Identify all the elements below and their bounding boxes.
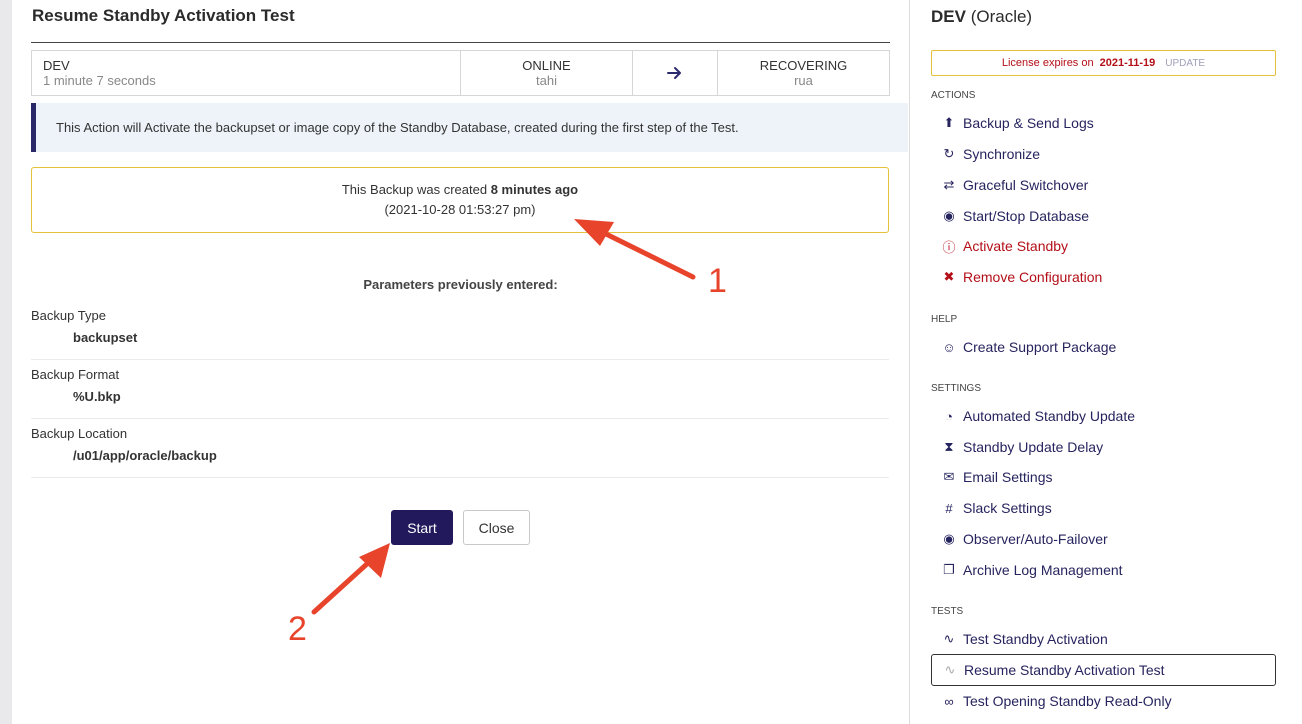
sidebar-item-label: Backup & Send Logs <box>963 115 1094 131</box>
sidebar-db-name: DEV <box>931 7 966 26</box>
glasses-icon: ∞ <box>944 693 954 709</box>
param-label: Backup Format <box>31 367 120 382</box>
sidebar-item-label: Observer/Auto-Failover <box>963 531 1108 547</box>
sidebar-item-label: Archive Log Management <box>963 562 1123 578</box>
sidebar-title: DEV (Oracle) <box>931 7 1032 27</box>
sidebar-item-observer-auto-failover[interactable]: ◉ Observer/Auto-Failover <box>931 524 1276 554</box>
sidebar: DEV (Oracle) License expires on 2021-11-… <box>910 0 1302 724</box>
arrow-right-icon <box>633 51 718 95</box>
sidebar-item-email-settings[interactable]: ✉ Email Settings <box>931 462 1276 492</box>
sidebar-item-label: Automated Standby Update <box>963 408 1136 424</box>
hourglass-icon: ⧗ <box>944 439 954 454</box>
source-host: tahi <box>536 73 557 88</box>
sidebar-item-label: Test Standby Activation <box>963 631 1108 647</box>
sidebar-item-resume-standby-activation-test[interactable]: ∿ Resume Standby Activation Test <box>931 654 1276 686</box>
start-button[interactable]: Start <box>391 510 453 545</box>
stop-circle-icon: ◉ <box>943 208 955 223</box>
annotation-number-1: 1 <box>708 262 727 300</box>
slack-icon: # <box>945 500 953 516</box>
info-alert: This Action will Activate the backupset … <box>31 103 908 152</box>
target-host: rua <box>794 73 813 88</box>
sidebar-item-label: Remove Configuration <box>963 269 1103 285</box>
sidebar-item-test-opening-standby-read-only[interactable]: ∞ Test Opening Standby Read-Only <box>931 686 1276 716</box>
replication-status-row: DEV 1 minute 7 seconds ONLINE tahi RECOV… <box>31 50 890 96</box>
annotation-number-2: 2 <box>288 610 307 648</box>
switch-arrows-icon: ⇄ <box>943 177 955 192</box>
param-value: backupset <box>73 330 138 345</box>
sidebar-item-archive-log-management[interactable]: ❐ Archive Log Management <box>931 555 1276 585</box>
sidebar-item-create-support-package[interactable]: ☺ Create Support Package <box>931 332 1276 362</box>
sidebar-db-type: (Oracle) <box>970 7 1033 26</box>
pulse-icon: ∿ <box>944 662 956 677</box>
title-divider <box>31 42 890 43</box>
param-backup-format: Backup Format %U.bkp <box>31 363 889 419</box>
source-state: ONLINE <box>522 58 571 73</box>
modal-title: Resume Standby Activation Test <box>32 6 295 25</box>
target-cell: RECOVERING rua <box>718 51 889 95</box>
sidebar-item-graceful-switchover[interactable]: ⇄ Graceful Switchover <box>931 170 1276 200</box>
sidebar-item-activate-standby[interactable]: ⓘ Activate Standby <box>931 231 1276 261</box>
source-cell: ONLINE tahi <box>461 51 633 95</box>
database-uptime: 1 minute 7 seconds <box>43 73 156 88</box>
sidebar-item-label: Synchronize <box>963 146 1041 162</box>
info-text: This Action will Activate the backupset … <box>56 120 739 135</box>
param-label: Backup Location <box>31 426 128 441</box>
backup-prefix: This Backup was created <box>341 182 491 197</box>
section-actions: ACTIONS <box>931 90 976 101</box>
alert-circle-icon: ⓘ <box>942 239 956 255</box>
param-backup-type: Backup Type backupset <box>31 304 889 360</box>
clock-icon: ◔ <box>945 408 953 424</box>
eye-icon: ◉ <box>943 531 955 546</box>
license-update-link[interactable]: UPDATE <box>1165 58 1205 69</box>
pulse-icon: ∿ <box>943 631 955 646</box>
param-value: %U.bkp <box>73 389 121 404</box>
param-backup-location: Backup Location /u01/app/oracle/backup <box>31 422 889 478</box>
sidebar-item-label: Create Support Package <box>963 339 1117 355</box>
resume-test-modal: Resume Standby Activation Test DEV 1 min… <box>12 0 910 724</box>
sidebar-item-label: Activate Standby <box>963 238 1069 254</box>
sidebar-item-remove-configuration[interactable]: ✖ Remove Configuration <box>931 262 1276 292</box>
backup-created-notice: This Backup was created 8 minutes ago (2… <box>31 167 889 233</box>
sync-icon: ↻ <box>943 146 955 161</box>
unlink-icon: ✖ <box>943 269 955 284</box>
database-name: DEV <box>43 58 70 73</box>
section-settings: SETTINGS <box>931 383 982 394</box>
upload-icon: ⬆ <box>943 115 955 130</box>
sidebar-item-synchronize[interactable]: ↻ Synchronize <box>931 139 1276 169</box>
param-label: Backup Type <box>31 308 106 323</box>
sidebar-item-label: Graceful Switchover <box>963 177 1089 193</box>
license-banner: License expires on 2021-11-19 UPDATE <box>931 50 1276 76</box>
section-help: HELP <box>931 314 958 325</box>
sidebar-item-slack-settings[interactable]: # Slack Settings <box>931 493 1276 523</box>
sidebar-item-backup-send-logs[interactable]: ⬆ Backup & Send Logs <box>931 108 1276 138</box>
sidebar-item-standby-update-delay[interactable]: ⧗ Standby Update Delay <box>931 432 1276 462</box>
params-heading: Parameters previously entered: <box>363 277 558 292</box>
envelope-icon: ✉ <box>943 469 955 484</box>
sidebar-item-test-standby-activation[interactable]: ∿ Test Standby Activation <box>931 624 1276 654</box>
close-button[interactable]: Close <box>463 510 530 545</box>
file-plus-icon: ❐ <box>943 562 955 577</box>
sidebar-item-label: Test Opening Standby Read-Only <box>963 693 1172 709</box>
support-agent-icon: ☺ <box>942 339 956 355</box>
sidebar-item-label: Start/Stop Database <box>963 208 1090 224</box>
sidebar-item-label: Resume Standby Activation Test <box>964 662 1165 678</box>
database-cell: DEV 1 minute 7 seconds <box>32 51 461 95</box>
backup-timestamp: (2021-10-28 01:53:27 pm) <box>384 202 536 217</box>
sidebar-item-label: Email Settings <box>963 469 1053 485</box>
sidebar-item-label: Standby Update Delay <box>963 439 1104 455</box>
sidebar-item-label: Slack Settings <box>963 500 1052 516</box>
section-tests: TESTS <box>931 606 964 617</box>
sidebar-item-automated-standby-update[interactable]: ◔ Automated Standby Update <box>931 401 1276 431</box>
license-date: 2021-11-19 <box>1099 57 1156 69</box>
target-state: RECOVERING <box>759 58 848 73</box>
license-text: License expires on <box>1001 57 1094 69</box>
sidebar-item-start-stop-database[interactable]: ◉ Start/Stop Database <box>931 201 1276 231</box>
backup-age: 8 minutes ago <box>490 182 579 197</box>
param-value: /u01/app/oracle/backup <box>73 448 217 463</box>
